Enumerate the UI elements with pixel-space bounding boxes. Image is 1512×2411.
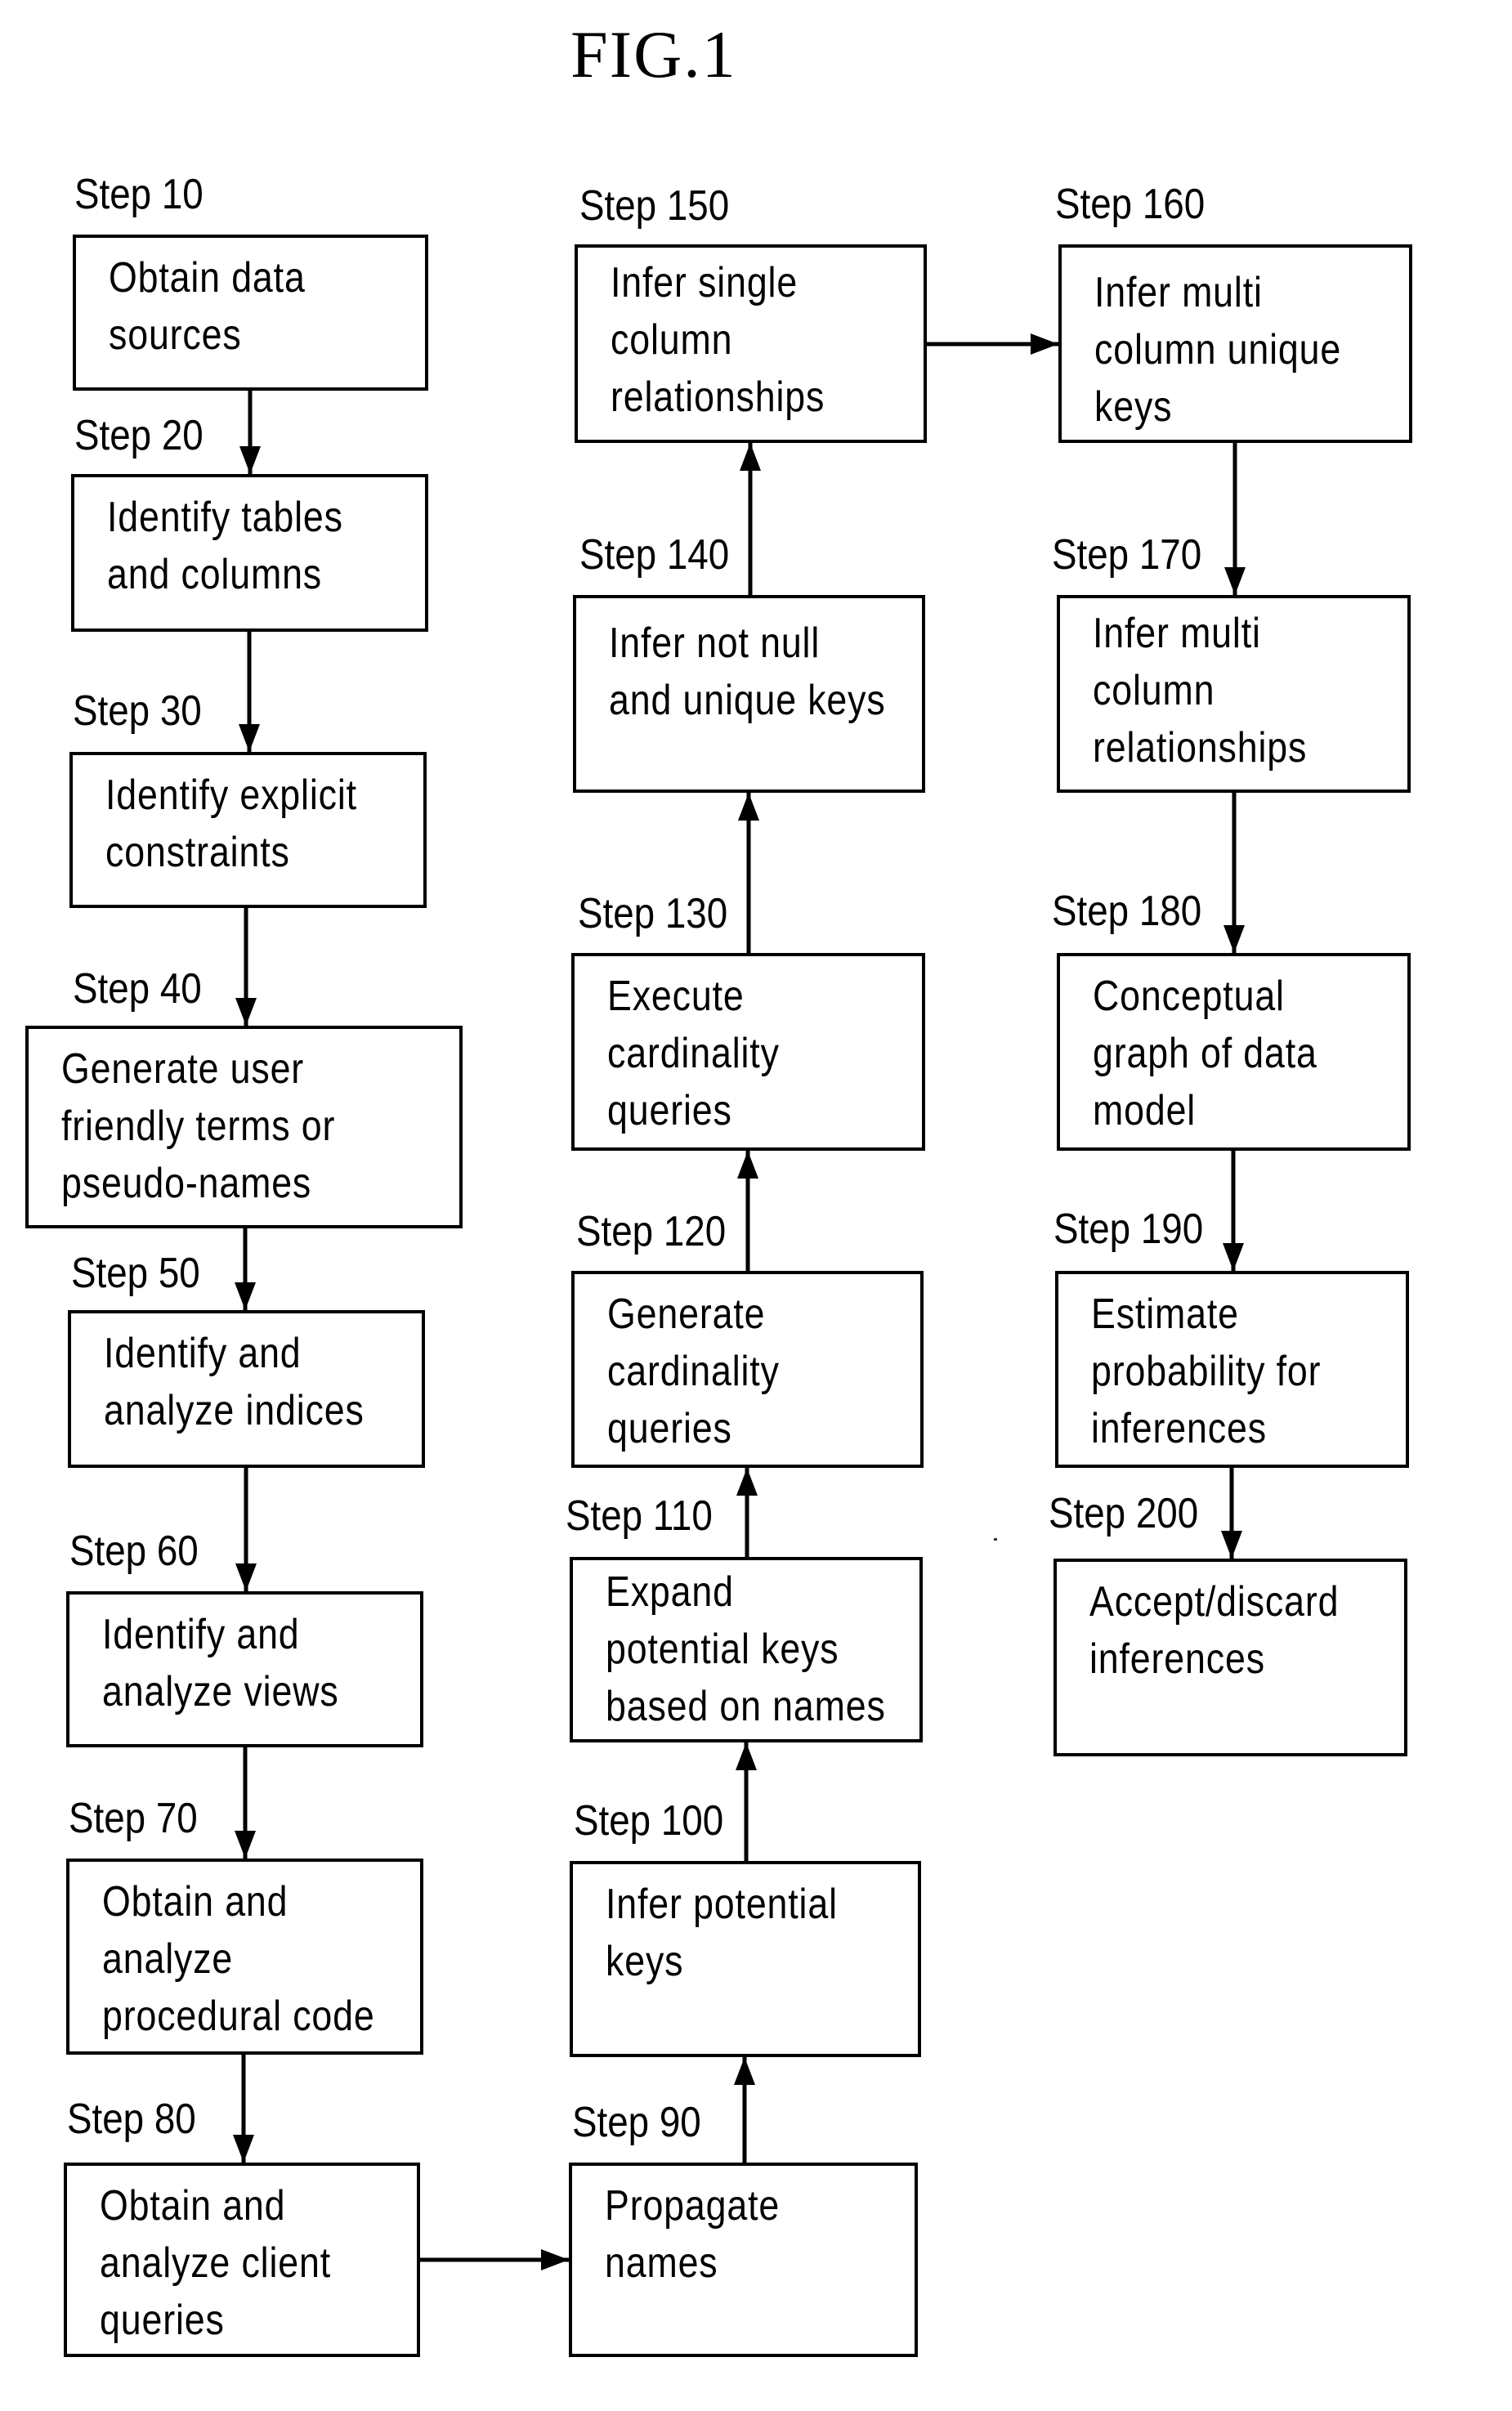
step-box: Identify explicit constraints — [69, 752, 427, 908]
arrowhead-icon — [1223, 925, 1245, 953]
step-text: Infer multi column relationships — [1093, 610, 1308, 772]
step-label: Step 100 — [574, 1797, 724, 1845]
step-text: Generate cardinality queries — [607, 1290, 780, 1452]
step-text: Execute cardinality queries — [607, 973, 780, 1134]
arrowhead-icon — [235, 1282, 256, 1310]
arrowhead-icon — [233, 2135, 254, 2163]
step-box: Conceptual graph of data model — [1057, 953, 1411, 1151]
step-label: Step 80 — [67, 2096, 196, 2143]
step-box: Identify tables and columns — [71, 474, 428, 632]
step-box: Generate user friendly terms or pseudo-n… — [25, 1026, 463, 1228]
arrowhead-icon — [235, 1831, 256, 1859]
step-box: Obtain and analyze client queries — [64, 2163, 420, 2357]
step-label: Step 190 — [1053, 1206, 1204, 1253]
step-box: Identify and analyze views — [66, 1591, 423, 1747]
arrowhead-icon — [239, 724, 260, 752]
step-box: Accept/discard inferences — [1053, 1559, 1407, 1756]
step-label: Step 160 — [1055, 181, 1206, 228]
step-label: Step 30 — [73, 687, 202, 735]
arrowhead-icon — [736, 1468, 758, 1496]
step-box: Infer potential keys — [570, 1861, 921, 2057]
arrowhead-icon — [738, 793, 759, 821]
step-label: Step 10 — [74, 171, 204, 218]
step-label: Step 50 — [71, 1250, 200, 1297]
arrowhead-icon — [235, 998, 257, 1026]
step-text: Estimate probability for inferences — [1091, 1290, 1322, 1452]
step-box: Execute cardinality queries — [571, 953, 925, 1151]
scan-speck — [994, 1538, 997, 1541]
step-label: Step 90 — [572, 2099, 701, 2146]
step-label: Step 70 — [69, 1795, 198, 1842]
step-box: Expand potential keys based on names — [570, 1557, 923, 1742]
arrowhead-icon — [1224, 567, 1246, 595]
step-box: Infer multi column unique keys — [1058, 244, 1412, 443]
arrowhead-icon — [239, 446, 261, 474]
step-box: Infer single column relationships — [575, 244, 927, 443]
step-text: Identify tables and columns — [107, 494, 343, 598]
arrowhead-icon — [737, 1151, 758, 1179]
arrowhead-icon — [1223, 1243, 1244, 1271]
arrowhead-icon — [1221, 1531, 1242, 1559]
step-box: Obtain data sources — [73, 235, 428, 391]
step-box: Estimate probability for inferences — [1055, 1271, 1409, 1468]
step-text: Obtain data sources — [109, 254, 306, 359]
arrowhead-icon — [740, 443, 761, 471]
arrowhead-icon — [1031, 333, 1058, 355]
step-text: Infer potential keys — [606, 1881, 838, 1985]
step-box: Infer not null and unique keys — [573, 595, 925, 793]
step-text: Propagate names — [605, 2182, 781, 2287]
step-box: Propagate names — [569, 2163, 918, 2357]
step-label: Step 170 — [1052, 531, 1202, 579]
step-label: Step 130 — [578, 890, 728, 937]
step-text: Generate user friendly terms or pseudo-n… — [61, 1045, 336, 1207]
step-label: Step 120 — [576, 1208, 727, 1255]
step-text: Obtain and analyze procedural code — [102, 1878, 375, 2040]
arrowhead-icon — [235, 1563, 257, 1591]
step-text: Conceptual graph of data model — [1093, 973, 1317, 1134]
step-box: Identify and analyze indices — [68, 1310, 425, 1468]
step-label: Step 150 — [579, 182, 730, 230]
step-box: Obtain and analyze procedural code — [66, 1859, 423, 2055]
step-box: Generate cardinality queries — [571, 1271, 924, 1468]
step-label: Step 60 — [69, 1528, 199, 1575]
step-text: Infer not null and unique keys — [609, 620, 886, 724]
arrowhead-icon — [541, 2249, 569, 2270]
step-text: Accept/discard inferences — [1089, 1578, 1340, 1683]
step-text: Infer multi column unique keys — [1094, 269, 1342, 431]
step-label: Step 140 — [579, 531, 730, 579]
step-label: Step 200 — [1049, 1490, 1199, 1537]
arrowhead-icon — [736, 1742, 757, 1770]
step-label: Step 110 — [566, 1492, 713, 1540]
step-text: Obtain and analyze client queries — [100, 2182, 332, 2344]
step-text: Identify and analyze views — [102, 1611, 339, 1715]
step-text: Expand potential keys based on names — [606, 1568, 886, 1730]
step-text: Identify explicit constraints — [105, 772, 357, 876]
step-label: Step 180 — [1052, 888, 1202, 935]
step-label: Step 20 — [74, 412, 204, 459]
step-box: Infer multi column relationships — [1057, 595, 1411, 793]
arrowhead-icon — [734, 2057, 755, 2085]
step-text: Infer single column relationships — [611, 259, 825, 421]
step-text: Identify and analyze indices — [104, 1330, 365, 1434]
step-label: Step 40 — [73, 965, 202, 1013]
